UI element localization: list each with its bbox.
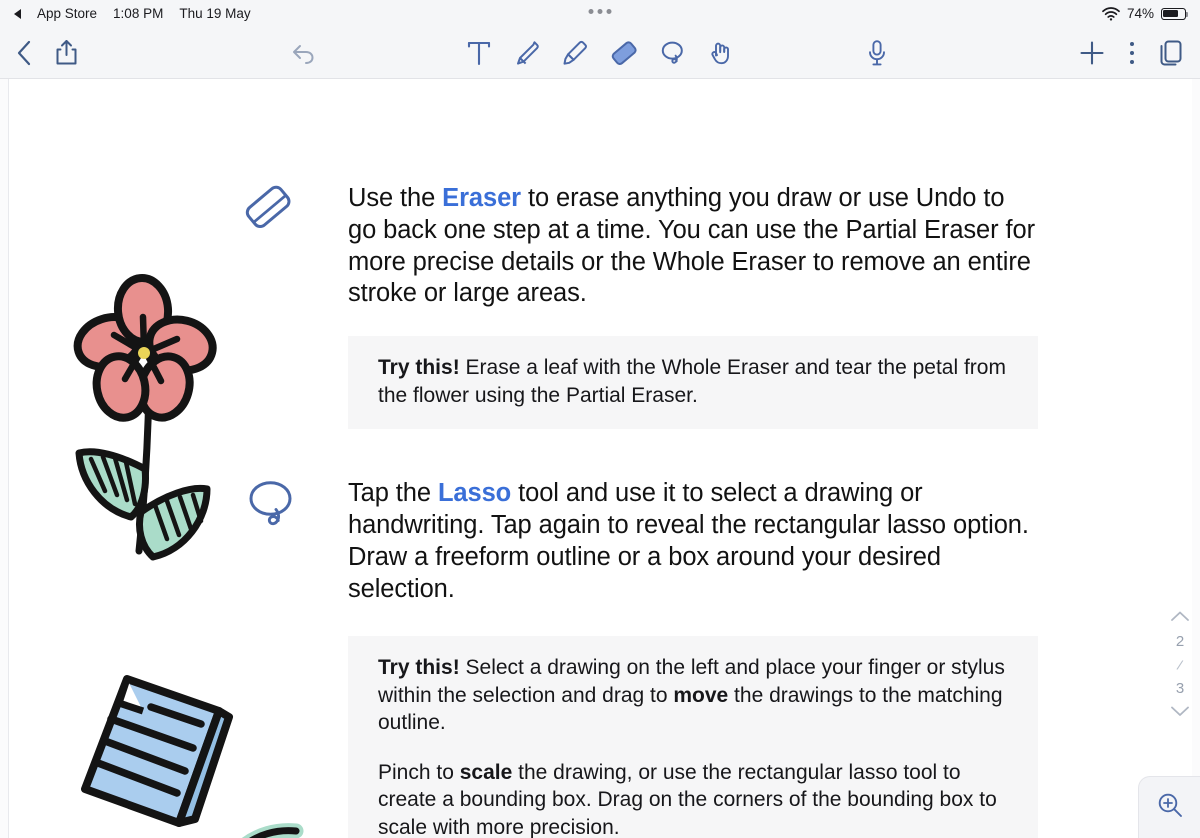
flower-drawing[interactable] xyxy=(47,269,237,574)
try-this-box-eraser: Try this! Erase a leaf with the Whole Er… xyxy=(348,336,1038,430)
eraser-icon[interactable] xyxy=(609,38,639,68)
status-back-app-label[interactable]: App Store xyxy=(37,6,97,21)
toolbar-right-group xyxy=(1078,39,1184,67)
section-eraser: Use the Eraser to erase anything you dra… xyxy=(245,183,1038,310)
total-page-number: 3 xyxy=(1175,680,1185,697)
eraser-icon xyxy=(243,181,297,236)
status-date: Thu 19 May xyxy=(179,6,251,21)
zoom-in-button[interactable] xyxy=(1138,776,1200,838)
chevron-up-icon[interactable] xyxy=(1170,609,1190,626)
try-this-box-lasso: Try this! Select a drawing on the left a… xyxy=(348,636,1038,838)
lasso-accent-word: Lasso xyxy=(437,479,512,508)
battery-percent-label: 74% xyxy=(1126,6,1154,21)
back-chevron-icon[interactable] xyxy=(16,40,33,66)
page-navigator[interactable]: 2 / 3 xyxy=(1170,609,1190,721)
undo-icon[interactable] xyxy=(290,42,316,64)
page-separator: / xyxy=(1175,656,1185,674)
share-icon[interactable] xyxy=(55,39,78,66)
plus-icon[interactable] xyxy=(1078,39,1106,67)
pages-icon[interactable] xyxy=(1158,39,1184,67)
ipad-notes-app-screen: App Store 1:08 PM Thu 19 May 74% Use the… xyxy=(0,0,1200,838)
status-bar-left: App Store 1:08 PM Thu 19 May xyxy=(14,6,251,21)
pen-icon[interactable] xyxy=(513,38,541,68)
status-bar: App Store 1:08 PM Thu 19 May 74% xyxy=(0,0,1200,27)
tip-label: Try this! xyxy=(378,656,460,680)
zoom-in-magnifier-icon xyxy=(1156,791,1184,824)
status-bar-right: 74% xyxy=(1102,6,1189,21)
lasso-icon xyxy=(243,478,297,535)
lesson-content-column: Use the Eraser to erase anything you dra… xyxy=(245,183,1038,838)
eraser-paragraph-pre: Use the xyxy=(348,184,443,212)
current-page-number: 2 xyxy=(1175,633,1185,650)
toolbar-tools-group xyxy=(465,38,735,68)
multitask-dots-icon[interactable] xyxy=(588,9,612,14)
spiral-drawing[interactable] xyxy=(204,819,334,838)
wifi-icon xyxy=(1102,6,1120,21)
highlighter-icon[interactable] xyxy=(561,38,589,68)
tip-text: Erase a leaf with the Whole Eraser and t… xyxy=(378,356,1006,407)
eraser-accent-word: Eraser xyxy=(442,184,521,212)
tip-bold-move: move xyxy=(673,683,729,707)
note-canvas[interactable]: Use the Eraser to erase anything you dra… xyxy=(0,79,1200,838)
tip-bold-scale: scale xyxy=(459,760,513,784)
tip-paragraph: Try this! Erase a leaf with the Whole Er… xyxy=(378,354,1008,409)
section-lasso: Tap the Lasso tool and use it to select … xyxy=(249,478,1038,605)
tip-text-b1: Pinch to xyxy=(378,760,460,784)
eraser-paragraph: Use the Eraser to erase anything you dra… xyxy=(348,183,1038,310)
hand-icon[interactable] xyxy=(707,38,735,68)
microphone-icon[interactable] xyxy=(866,39,888,67)
lasso-paragraph-pre: Tap the xyxy=(348,479,438,508)
tip-paragraph: Pinch to scale the drawing, or use the r… xyxy=(378,759,1008,838)
battery-icon xyxy=(1161,7,1189,20)
lasso-icon[interactable] xyxy=(659,38,687,68)
text-T-icon[interactable] xyxy=(465,38,493,68)
tip-paragraph: Try this! Select a drawing on the left a… xyxy=(378,654,1008,737)
back-triangle-icon[interactable] xyxy=(14,8,21,19)
more-vertical-icon[interactable] xyxy=(1128,40,1136,66)
tip-label: Try this! xyxy=(378,356,460,380)
note-page[interactable]: Use the Eraser to erase anything you dra… xyxy=(8,79,1192,838)
app-toolbar xyxy=(0,27,1200,79)
lasso-paragraph: Tap the Lasso tool and use it to select … xyxy=(348,478,1038,605)
status-time: 1:08 PM xyxy=(113,6,164,21)
chevron-down-icon[interactable] xyxy=(1170,704,1190,721)
toolbar-left-group xyxy=(0,39,316,66)
paper-note-drawing[interactable] xyxy=(67,671,237,838)
